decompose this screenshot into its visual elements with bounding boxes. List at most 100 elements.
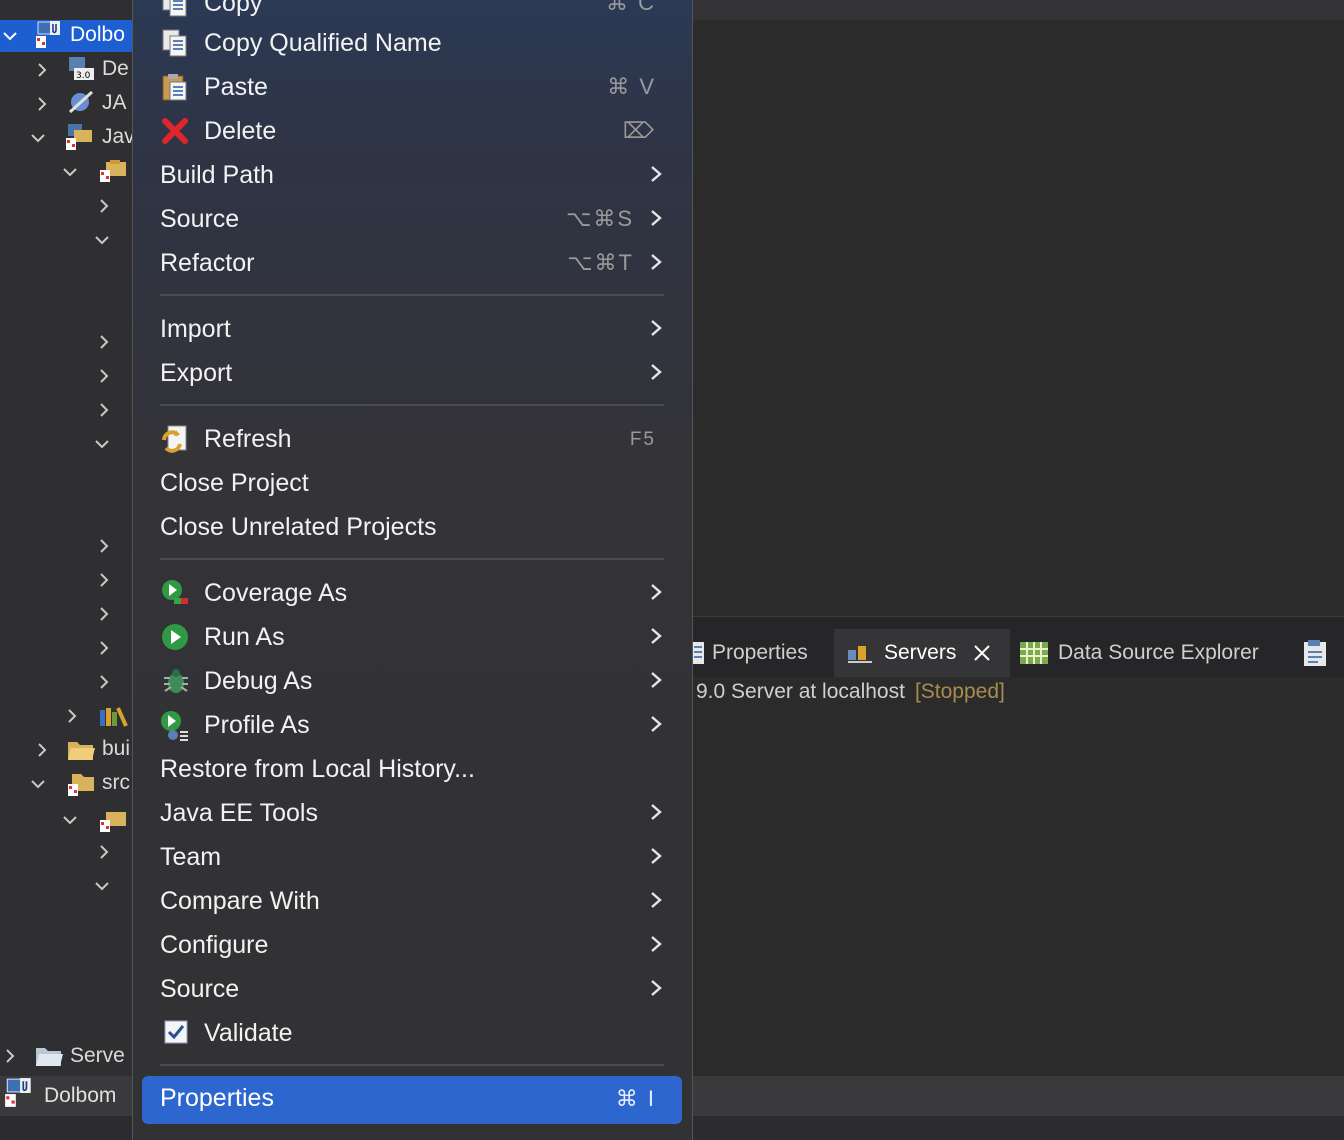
menu-separator: [160, 294, 664, 296]
menu-item-export[interactable]: Export: [142, 350, 682, 394]
tree-item-deployment-descriptor[interactable]: 3.0 De: [0, 54, 134, 86]
copy-qualified-name-icon: [160, 28, 190, 58]
chevron-right-icon[interactable]: [34, 742, 50, 758]
java-resources-icon: [64, 122, 94, 150]
menu-item-refactor[interactable]: Refactor ⌥⌘T: [142, 240, 682, 284]
menu-item-source[interactable]: Source ⌥⌘S: [142, 196, 682, 240]
profile-icon: [160, 710, 190, 741]
tree-item-label: Serve: [70, 1044, 125, 1067]
web-project-icon: [2, 1077, 36, 1115]
chevron-right-icon: [646, 802, 666, 822]
tree-item[interactable]: [0, 564, 134, 596]
tree-item-libraries[interactable]: [0, 700, 134, 732]
editor-area: [692, 20, 1344, 616]
chevron-right-icon[interactable]: [34, 62, 50, 78]
chevron-right-icon[interactable]: [96, 368, 112, 384]
tree-item-label: Dolbo: [70, 23, 125, 46]
menu-separator: [160, 558, 664, 560]
servers-view: [692, 677, 1344, 1076]
chevron-right-icon[interactable]: [96, 538, 112, 554]
menu-item-configure[interactable]: Configure: [142, 922, 682, 966]
web-project-icon: [34, 20, 64, 48]
bottom-project-name: Dolbom: [44, 1084, 117, 1107]
chevron-down-icon[interactable]: [94, 232, 110, 248]
package-folder-icon: [98, 156, 128, 184]
tree-item[interactable]: [0, 428, 134, 460]
chevron-down-icon[interactable]: [30, 776, 46, 792]
chevron-down-icon[interactable]: [62, 164, 78, 180]
tree-item[interactable]: [0, 190, 134, 222]
menu-item-profile-as[interactable]: Profile As: [142, 702, 682, 746]
chevron-right-icon: [646, 670, 666, 690]
chevron-right-icon[interactable]: [96, 674, 112, 690]
debug-icon: [160, 666, 190, 696]
tab-servers[interactable]: Servers: [834, 629, 1010, 677]
chevron-right-icon[interactable]: [96, 402, 112, 418]
chevron-right-icon: [646, 978, 666, 998]
menu-item-copy-qualified-name[interactable]: Copy Qualified Name: [142, 20, 682, 64]
menu-item-team[interactable]: Team: [142, 834, 682, 878]
menu-item-restore-from-local-history[interactable]: Restore from Local History...: [142, 746, 682, 790]
menu-item-validate[interactable]: Validate: [142, 1010, 682, 1054]
chevron-right-icon[interactable]: [96, 844, 112, 860]
tree-item[interactable]: [0, 632, 134, 664]
chevron-down-icon[interactable]: [30, 130, 46, 146]
chevron-down-icon[interactable]: [2, 28, 18, 44]
refresh-icon: [160, 424, 190, 454]
chevron-down-icon[interactable]: [94, 436, 110, 452]
tree-item[interactable]: [0, 326, 134, 358]
tab-snippets[interactable]: [1302, 629, 1344, 677]
tree-item[interactable]: [0, 394, 134, 426]
tree-item[interactable]: [0, 598, 134, 630]
tab-properties[interactable]: Properties: [692, 629, 830, 677]
menu-item-source-2[interactable]: Source: [142, 966, 682, 1010]
menu-item-java-ee-tools[interactable]: Java EE Tools: [142, 790, 682, 834]
servers-folder-icon: [34, 1042, 64, 1070]
chevron-right-icon[interactable]: [2, 1048, 18, 1064]
paste-icon: [160, 72, 190, 102]
chevron-right-icon[interactable]: [96, 198, 112, 214]
chevron-right-icon[interactable]: [96, 572, 112, 588]
tree-item-build-folder[interactable]: bui: [0, 734, 134, 766]
menu-item-coverage-as[interactable]: Coverage As: [142, 570, 682, 614]
tree-item[interactable]: [0, 360, 134, 392]
menu-item-paste[interactable]: Paste ⌘ V: [142, 64, 682, 108]
server-entry[interactable]: 9.0 Server at localhost [Stopped]: [696, 680, 1005, 704]
tree-item[interactable]: [0, 870, 134, 902]
chevron-down-icon[interactable]: [62, 812, 78, 828]
menu-item-close-unrelated-projects[interactable]: Close Unrelated Projects: [142, 504, 682, 548]
tab-label: Servers: [884, 641, 957, 664]
tree-item-project[interactable]: Dolbo: [0, 20, 134, 52]
menu-item-import[interactable]: Import: [142, 306, 682, 350]
close-icon[interactable]: [972, 643, 992, 663]
chevron-right-icon: [646, 934, 666, 954]
chevron-right-icon[interactable]: [96, 640, 112, 656]
chevron-right-icon[interactable]: [34, 96, 50, 112]
menu-item-refresh[interactable]: Refresh F5: [142, 416, 682, 460]
menu-item-properties[interactable]: Properties ⌘ I: [142, 1076, 682, 1124]
folder-icon: [66, 736, 96, 764]
tree-item-jax-ws[interactable]: JA: [0, 88, 134, 120]
tab-data-source-explorer[interactable]: Data Source Explorer: [1018, 629, 1288, 677]
chevron-right-icon[interactable]: [64, 708, 80, 724]
tree-item-package[interactable]: [0, 156, 134, 188]
menu-item-close-project[interactable]: Close Project: [142, 460, 682, 504]
menu-item-delete[interactable]: Delete ⌦: [142, 108, 682, 152]
menu-item-build-path[interactable]: Build Path: [142, 152, 682, 196]
tree-item[interactable]: [0, 666, 134, 698]
tree-item-servers[interactable]: Serve: [0, 1040, 134, 1072]
tree-item[interactable]: [0, 224, 134, 256]
tree-item[interactable]: [0, 836, 134, 868]
menu-item-compare-with[interactable]: Compare With: [142, 878, 682, 922]
chevron-right-icon[interactable]: [96, 334, 112, 350]
tree-item[interactable]: [0, 530, 134, 562]
tree-item-src-folder[interactable]: src: [0, 768, 134, 800]
tree-item-label: src: [102, 771, 130, 794]
tree-item-package[interactable]: [0, 804, 134, 836]
chevron-right-icon: [646, 582, 666, 602]
tree-item-java-resources[interactable]: Jav: [0, 122, 134, 154]
chevron-down-icon[interactable]: [94, 878, 110, 894]
chevron-right-icon[interactable]: [96, 606, 112, 622]
menu-item-debug-as[interactable]: Debug As: [142, 658, 682, 702]
menu-item-run-as[interactable]: Run As: [142, 614, 682, 658]
